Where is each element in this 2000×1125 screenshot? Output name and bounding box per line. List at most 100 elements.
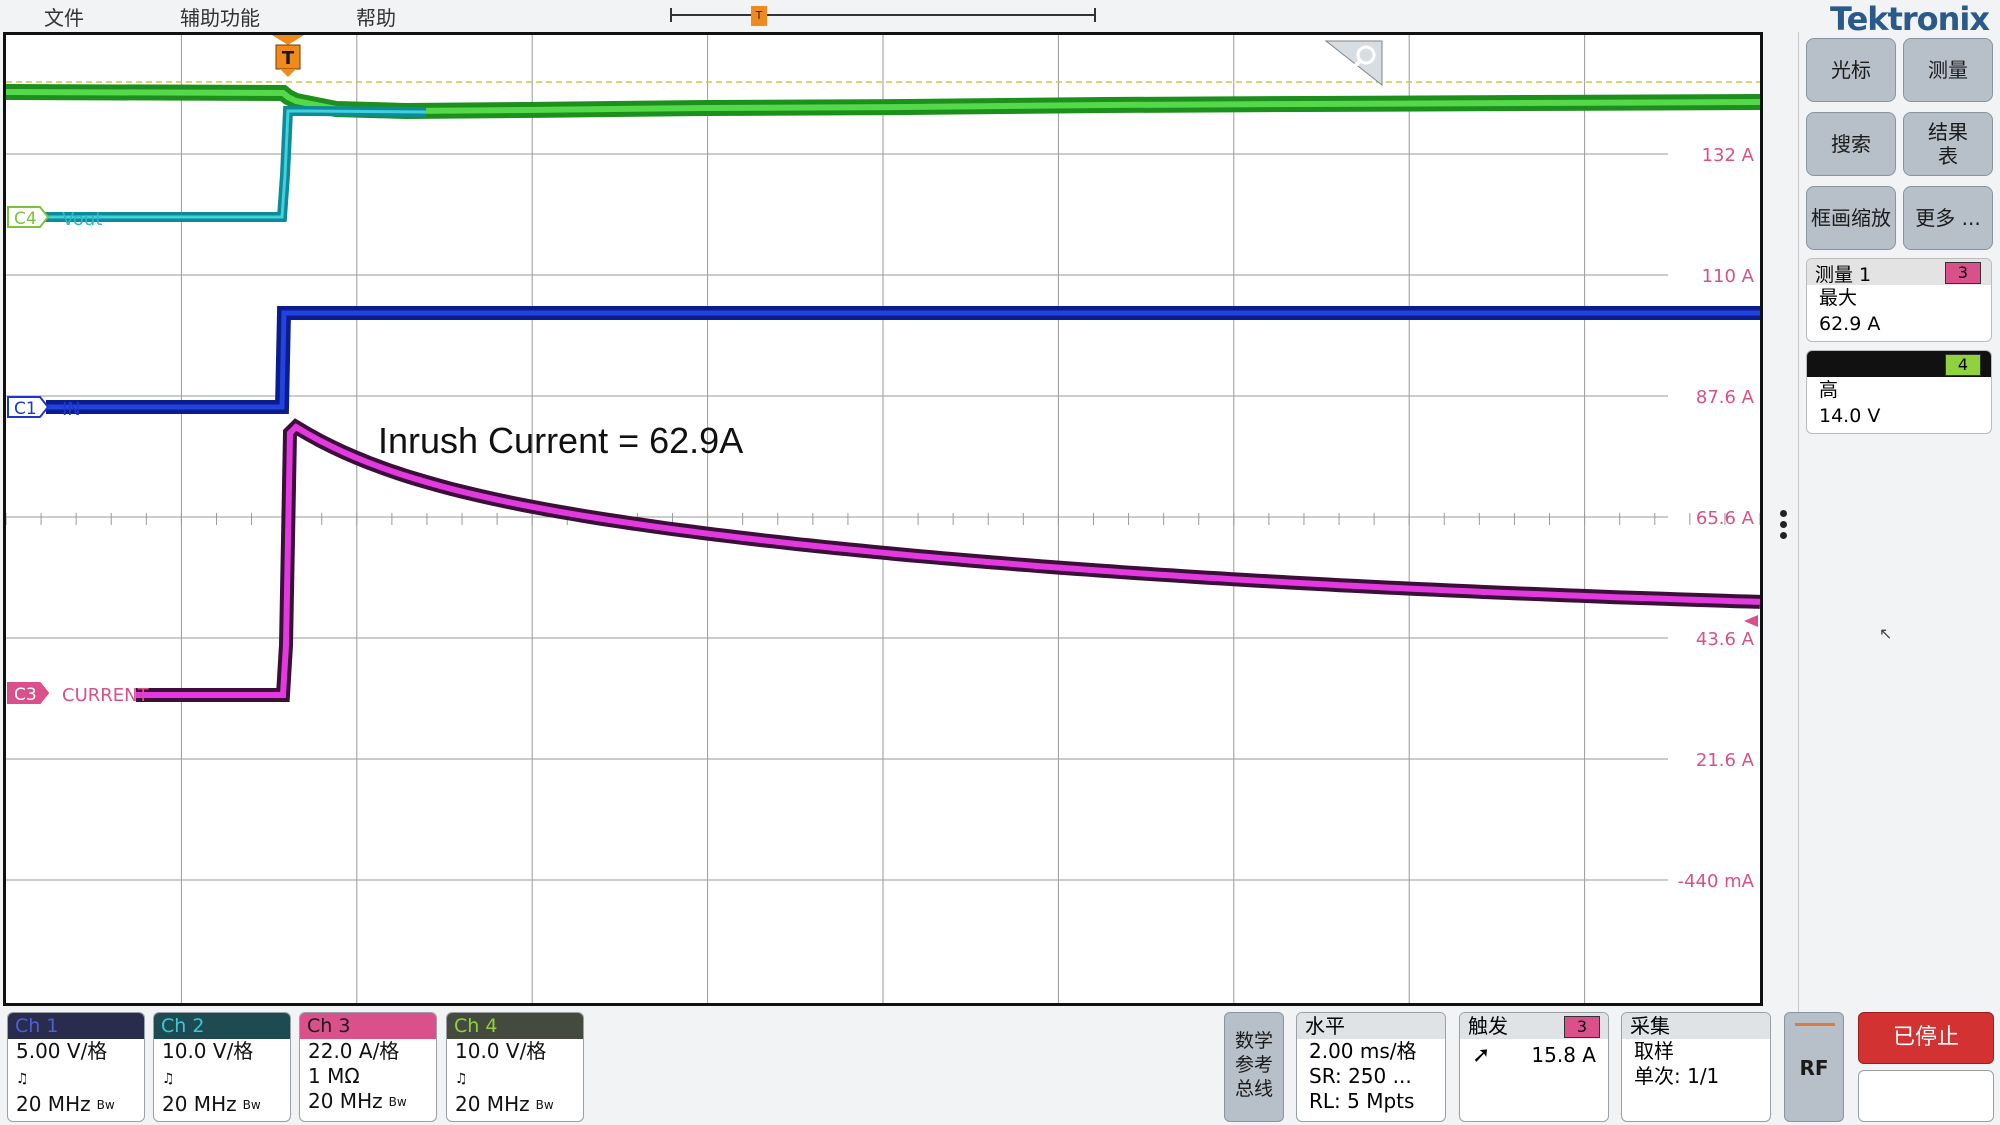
ch3-bw-limit-icon: Bw bbox=[388, 1095, 407, 1109]
trigger-badge[interactable]: 触发 3 ➚ 15.8 A bbox=[1459, 1012, 1609, 1122]
run-stop-button[interactable]: 已停止 bbox=[1858, 1012, 1994, 1064]
measurement-1-title: 测量 1 bbox=[1815, 264, 1872, 286]
cursor-button[interactable]: 光标 bbox=[1806, 38, 1896, 102]
measurement-2-header: 4 bbox=[1807, 351, 1991, 377]
horizontal-badge[interactable]: 水平 2.00 ms/格 SR: 250 ... RL: 5 Mpts bbox=[1296, 1012, 1446, 1122]
panel-toggle-handle[interactable] bbox=[1780, 510, 1788, 543]
ch1-probe-icon: ♫ bbox=[16, 1071, 29, 1087]
inrush-annotation: Inrush Current = 62.9A bbox=[378, 420, 743, 461]
horizontal-record-length: RL: 5 Mpts bbox=[1309, 1089, 1415, 1113]
overview-trigger-marker[interactable]: T bbox=[751, 6, 767, 26]
channel-flag-c1-id: C1 bbox=[14, 399, 37, 419]
measure-button-label: 测量 bbox=[1928, 58, 1968, 82]
measurement-1-type: 最大 bbox=[1819, 287, 1858, 309]
channel-flag-c4-id: C4 bbox=[14, 209, 37, 229]
measure-button[interactable]: 测量 bbox=[1903, 38, 1993, 102]
rf-label: RF bbox=[1799, 1056, 1829, 1080]
acquire-badge[interactable]: 采集 取样 单次: 1/1 bbox=[1621, 1012, 1771, 1122]
menu-utility[interactable]: 辅助功能 bbox=[180, 2, 260, 31]
channel-badge-ch1[interactable]: Ch 1 5.00 V/格 ♫ 20 MHz Bw bbox=[7, 1012, 145, 1122]
ch3-label: Ch 3 bbox=[300, 1013, 436, 1039]
measurement-2-type: 高 bbox=[1819, 379, 1839, 401]
overview-right-cap bbox=[1094, 8, 1096, 22]
measurement-1-value: 62.9 A bbox=[1819, 313, 1881, 335]
ch3-scale: 22.0 A/格 bbox=[308, 1039, 400, 1063]
menu-help[interactable]: 帮助 bbox=[356, 2, 396, 31]
math-ref-bus-button[interactable]: 数学 参考 总线 bbox=[1224, 1012, 1284, 1122]
scale-label: -440 mA bbox=[1678, 871, 1755, 892]
overview-line bbox=[670, 14, 1096, 16]
rf-button[interactable]: RF bbox=[1784, 1012, 1844, 1122]
scale-label: 43.6 A bbox=[1696, 629, 1755, 650]
channel-badge-ch2[interactable]: Ch 2 10.0 V/格 ♫ 20 MHz Bw bbox=[153, 1012, 291, 1122]
box-zoom-button[interactable]: 框画缩放 bbox=[1806, 186, 1896, 250]
ch4-scale: 10.0 V/格 bbox=[455, 1039, 547, 1063]
trigger-source-badge: 3 bbox=[1564, 1016, 1600, 1038]
channel-badge-ch3[interactable]: Ch 3 22.0 A/格 1 MΩ 20 MHz Bw bbox=[299, 1012, 437, 1122]
ch2-bw-limit-icon: Bw bbox=[242, 1098, 261, 1112]
horizontal-sample-rate: SR: 250 ... bbox=[1309, 1064, 1412, 1088]
trace-ch3-current-core bbox=[136, 423, 1760, 698]
channel-flag-c1[interactable]: C1 IN bbox=[7, 396, 81, 420]
horizontal-title: 水平 bbox=[1297, 1013, 1445, 1039]
more-button-label: 更多 ... bbox=[1915, 206, 1981, 230]
trigger-level: 15.8 A bbox=[1531, 1043, 1596, 1067]
ch2-bandwidth: 20 MHz bbox=[162, 1092, 237, 1116]
results-table-label-1: 结果 bbox=[1928, 120, 1968, 144]
trigger-title: 触发 bbox=[1468, 1014, 1508, 1038]
rising-edge-icon: ➚ bbox=[1472, 1043, 1491, 1068]
ch3-offset-arrow[interactable] bbox=[1744, 615, 1758, 627]
settings-bar: Ch 1 5.00 V/格 ♫ 20 MHz Bw Ch 2 10.0 V/格 ♫… bbox=[0, 1010, 2000, 1125]
cursor-button-label: 光标 bbox=[1831, 58, 1871, 82]
channel-flag-c3[interactable]: C3 CURRENT bbox=[7, 682, 150, 706]
side-panel: 光标 测量 搜索 结果 表 框画缩放 更多 ... 测量 1 3 最大 62.9… bbox=[1798, 32, 2000, 1122]
channel-flag-c3-name: CURRENT bbox=[62, 685, 150, 706]
waveform-overview-bar[interactable]: T bbox=[670, 6, 1096, 26]
mouse-pointer-icon: ↖ bbox=[1879, 624, 1893, 643]
measurement-card-2[interactable]: 4 高 14.0 V bbox=[1806, 350, 1992, 434]
single-sequence-button[interactable] bbox=[1858, 1070, 1994, 1122]
search-button-label: 搜索 bbox=[1831, 132, 1871, 156]
rf-indicator-bar bbox=[1795, 1023, 1835, 1026]
scale-label: 132 A bbox=[1702, 145, 1755, 166]
acquire-count: 单次: 1/1 bbox=[1634, 1064, 1720, 1088]
more-button[interactable]: 更多 ... bbox=[1903, 186, 1993, 250]
scale-label: 87.6 A bbox=[1696, 387, 1755, 408]
ch2-label: Ch 2 bbox=[154, 1013, 290, 1039]
trigger-marker-glyph: T bbox=[282, 48, 295, 69]
ch2-scale: 10.0 V/格 bbox=[162, 1039, 254, 1063]
ch3-impedance: 1 MΩ bbox=[308, 1064, 360, 1088]
measurement-1-header: 测量 1 3 bbox=[1807, 259, 1991, 286]
scale-label: 110 A bbox=[1702, 266, 1755, 287]
ch4-bandwidth: 20 MHz bbox=[455, 1092, 530, 1116]
ch3-bandwidth: 20 MHz bbox=[308, 1089, 383, 1113]
measurement-2-value: 14.0 V bbox=[1819, 405, 1881, 427]
channel-flag-c4-name: Vout bbox=[62, 209, 102, 230]
channel-flag-c3-id: C3 bbox=[14, 685, 37, 705]
scale-label: 65.6 A bbox=[1696, 508, 1755, 529]
ch4-probe-icon: ♫ bbox=[455, 1071, 468, 1087]
graticule-grid bbox=[6, 35, 1760, 1003]
box-zoom-label: 框画缩放 bbox=[1811, 206, 1891, 230]
results-table-label-2: 表 bbox=[1938, 144, 1958, 168]
waveform-canvas: T C4 Vout C1 IN C3 CURRENT 132 A 110 A 87.… bbox=[6, 35, 1760, 1003]
scale-label: 21.6 A bbox=[1696, 750, 1755, 771]
ch1-scale: 5.00 V/格 bbox=[16, 1039, 108, 1063]
measurement-1-source-badge: 3 bbox=[1945, 262, 1981, 284]
trace-ch1-in-core bbox=[46, 310, 1760, 410]
measurement-card-1[interactable]: 测量 1 3 最大 62.9 A bbox=[1806, 258, 1992, 342]
results-table-button[interactable]: 结果 表 bbox=[1903, 112, 1993, 176]
waveform-display[interactable]: T C4 Vout C1 IN C3 CURRENT 132 A 110 A 87.… bbox=[3, 32, 1763, 1006]
channel-badge-ch4[interactable]: Ch 4 10.0 V/格 ♫ 20 MHz Bw bbox=[446, 1012, 584, 1122]
channel-flag-c1-name: IN bbox=[62, 399, 81, 420]
trigger-position-marker[interactable]: T bbox=[272, 35, 304, 77]
trace-ch2-core bbox=[40, 109, 427, 219]
overview-left-cap bbox=[670, 8, 672, 22]
zoom-magnifier-icon[interactable] bbox=[1324, 40, 1383, 87]
search-button[interactable]: 搜索 bbox=[1806, 112, 1896, 176]
measurement-2-source-badge: 4 bbox=[1945, 354, 1981, 376]
ch1-label: Ch 1 bbox=[8, 1013, 144, 1039]
menu-file[interactable]: 文件 bbox=[44, 2, 84, 31]
ch4-label: Ch 4 bbox=[447, 1013, 583, 1039]
ch1-bandwidth: 20 MHz bbox=[16, 1092, 91, 1116]
